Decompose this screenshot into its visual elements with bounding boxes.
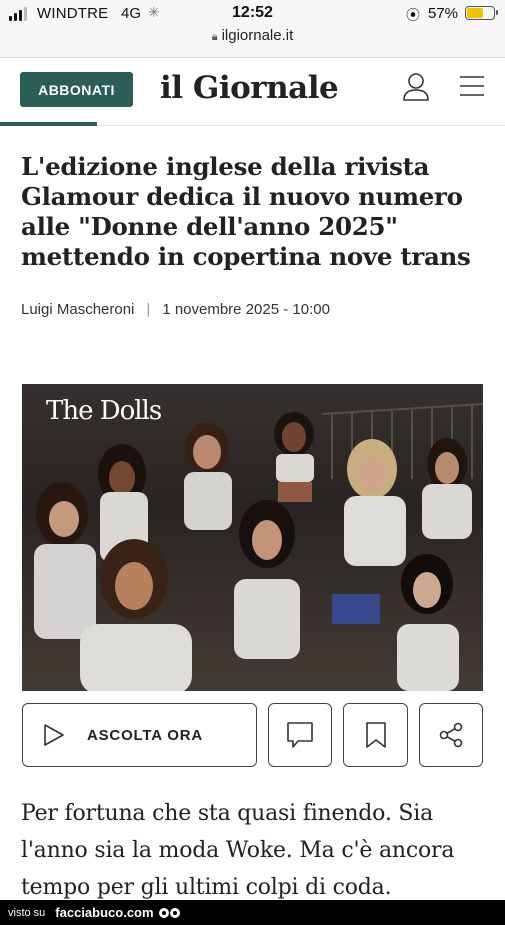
site-header: ABBONATI il Giornale bbox=[0, 58, 505, 126]
share-icon bbox=[439, 722, 463, 748]
address-bar[interactable]: 🔒︎ ilgiornale.it bbox=[0, 27, 505, 44]
subscribe-button[interactable]: ABBONATI bbox=[20, 72, 133, 107]
battery-percent: 57% bbox=[428, 5, 459, 22]
bookmark-button[interactable] bbox=[343, 703, 408, 767]
share-button[interactable] bbox=[419, 703, 483, 767]
byline: Luigi Mascheroni | 1 novembre 2025 - 10:… bbox=[21, 301, 330, 318]
author-name[interactable]: Luigi Mascheroni bbox=[21, 301, 134, 318]
watermark-prefix: visto su bbox=[8, 906, 46, 919]
article-lead: Per fortuna che sta quasi finendo. Sia l… bbox=[21, 801, 455, 900]
bookmark-icon bbox=[365, 722, 386, 748]
eyes-icon bbox=[158, 907, 180, 918]
article-title: L'edizione inglese della rivista Glamour… bbox=[21, 152, 471, 271]
byline-separator: | bbox=[146, 301, 151, 318]
watermark-bar: visto su facciabuco.com bbox=[0, 900, 505, 925]
article-image[interactable]: The Dolls bbox=[22, 384, 483, 691]
cover-photo-illustration bbox=[22, 384, 483, 691]
listen-label: ASCOLTA ORA bbox=[87, 726, 204, 744]
comment-icon bbox=[287, 722, 313, 748]
url-text: ilgiornale.it bbox=[221, 27, 294, 44]
user-icon[interactable] bbox=[402, 72, 430, 102]
battery-fill bbox=[467, 8, 483, 18]
orientation-lock-icon: ⦿ bbox=[406, 7, 420, 23]
listen-button[interactable]: ASCOLTA ORA bbox=[22, 703, 257, 767]
site-logo[interactable]: il Giornale bbox=[160, 70, 339, 106]
publish-date: 1 novembre 2025 - 10:00 bbox=[162, 301, 330, 318]
comment-button[interactable] bbox=[268, 703, 332, 767]
watermark-site: facciabuco.com bbox=[55, 905, 154, 920]
section-indicator bbox=[0, 122, 97, 126]
image-caption: The Dolls bbox=[46, 396, 162, 426]
status-bar: WINDTRE 4G ✳ 12:52 ⦿ 57% 🔒︎ ilgiornale.it bbox=[0, 0, 505, 58]
battery-icon bbox=[465, 6, 498, 20]
play-icon bbox=[44, 724, 64, 746]
lock-icon: 🔒︎ bbox=[211, 31, 218, 43]
menu-icon[interactable] bbox=[459, 75, 485, 97]
